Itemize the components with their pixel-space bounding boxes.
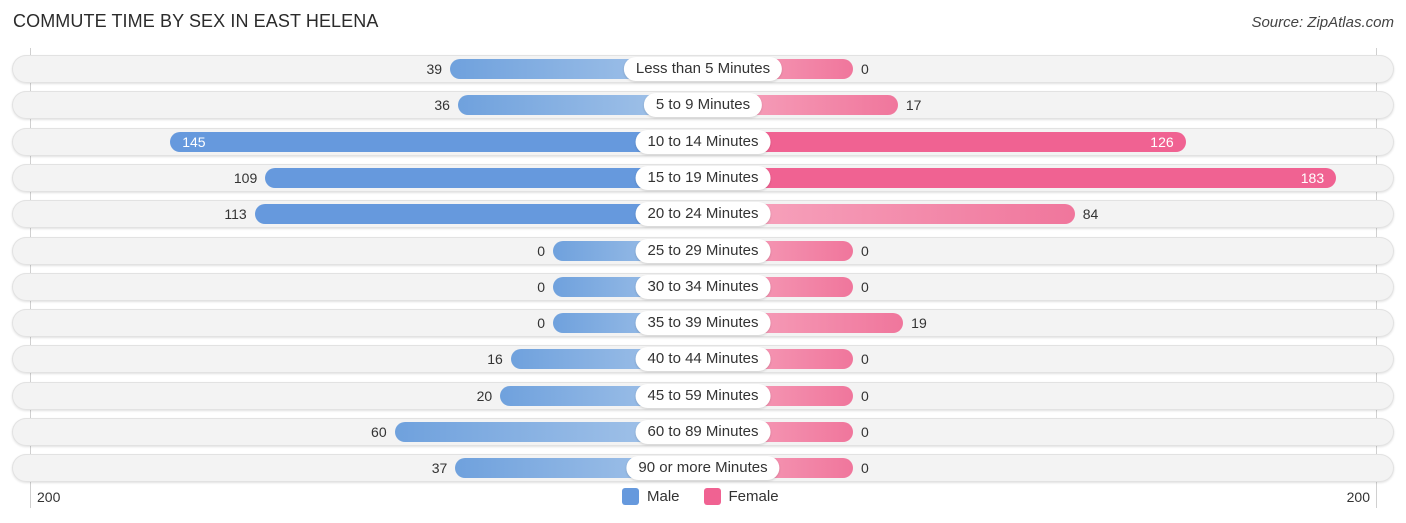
- value-label-female: 0: [861, 351, 869, 368]
- right-axis-tick: 200: [1346, 489, 1370, 505]
- value-label-female: 0: [861, 387, 869, 404]
- value-label-female: 0: [861, 460, 869, 477]
- value-label-male: 36: [434, 97, 450, 114]
- value-label-male: 109: [233, 169, 258, 186]
- legend: Male Female: [622, 488, 803, 505]
- value-label-female: 183: [1300, 169, 1325, 186]
- category-label: 15 to 19 Minutes: [635, 165, 771, 190]
- category-label: Less than 5 Minutes: [623, 57, 783, 81]
- value-label-male: 113: [224, 206, 247, 223]
- value-label-male: 16: [487, 351, 503, 368]
- bar-female: [703, 167, 1337, 188]
- bar-male: [170, 131, 703, 152]
- category-label: 20 to 24 Minutes: [635, 202, 771, 227]
- value-label-male: 39: [426, 61, 443, 77]
- legend-swatch-female: [703, 488, 721, 505]
- value-label-female: 126: [1150, 133, 1174, 150]
- source-label: Source: ZipAtlas.com: [1251, 14, 1394, 31]
- category-label: 30 to 34 Minutes: [635, 274, 771, 299]
- category-label: 45 to 59 Minutes: [635, 383, 771, 408]
- value-label-female: 19: [911, 315, 927, 332]
- legend-item-male: Male: [622, 488, 680, 505]
- chart-title: COMMUTE TIME BY SEX IN EAST HELENA: [13, 11, 379, 31]
- value-label-female: 0: [861, 242, 869, 259]
- category-label: 35 to 39 Minutes: [635, 311, 771, 336]
- value-label-male: 0: [537, 278, 545, 295]
- value-label-male: 37: [431, 460, 448, 477]
- legend-label-female: Female: [728, 488, 779, 505]
- bar-female: [703, 131, 1186, 152]
- value-label-female: 0: [861, 278, 869, 295]
- value-label-male: 60: [371, 424, 387, 440]
- legend-item-female: Female: [703, 488, 779, 505]
- value-label-female: 84: [1082, 206, 1099, 223]
- legend-swatch-male: [622, 488, 639, 505]
- value-label-male: 145: [182, 133, 206, 150]
- value-label-female: 0: [861, 61, 869, 77]
- category-label: 60 to 89 Minutes: [635, 420, 771, 444]
- legend-label-male: Male: [647, 488, 680, 505]
- category-label: 5 to 9 Minutes: [643, 93, 763, 118]
- left-axis-tick: 200: [37, 489, 61, 505]
- category-label: 40 to 44 Minutes: [635, 347, 771, 372]
- category-label: 90 or more Minutes: [626, 456, 780, 481]
- category-label: 25 to 29 Minutes: [635, 238, 771, 263]
- value-label-female: 17: [905, 97, 922, 114]
- value-label-female: 0: [861, 424, 869, 440]
- value-label-male: 0: [537, 242, 545, 259]
- category-label: 10 to 14 Minutes: [635, 129, 771, 154]
- value-label-male: 0: [537, 315, 545, 332]
- value-label-male: 20: [476, 387, 493, 404]
